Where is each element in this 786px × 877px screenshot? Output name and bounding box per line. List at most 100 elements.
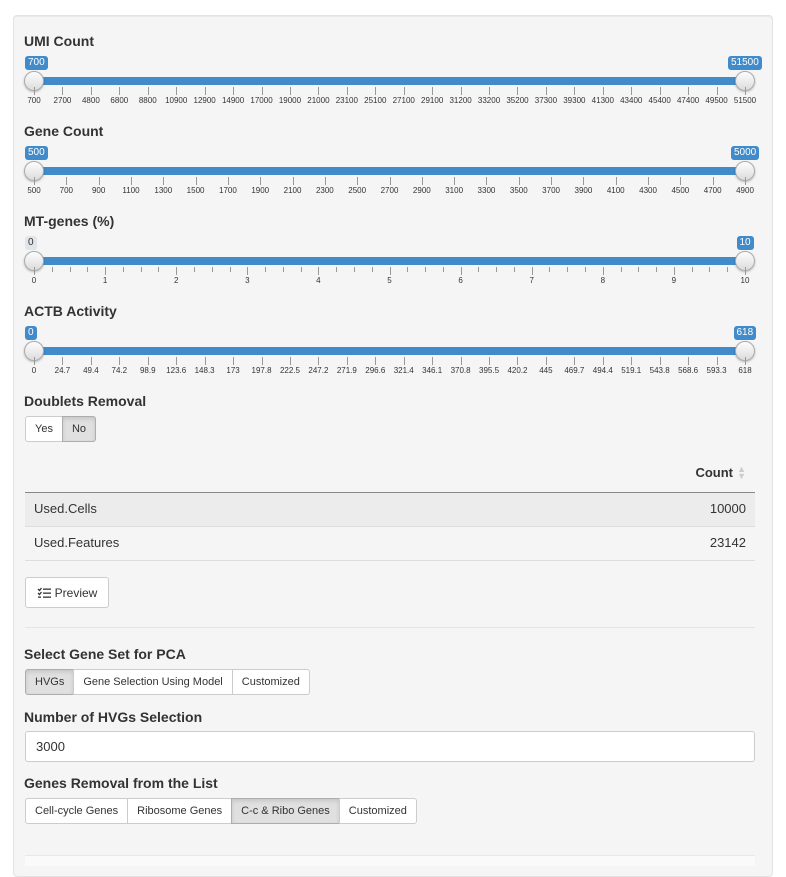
slider-track[interactable] [34,77,745,85]
gene-selection-model-button[interactable]: Gene Selection Using Model [73,669,233,695]
slider-tick [638,267,639,272]
tick-label: 4300 [639,186,657,195]
slider-tick [692,267,693,272]
slider-tick [461,267,462,275]
slider-tick [233,87,234,95]
tick-label: 74.2 [111,366,128,375]
slider-tick [205,357,206,365]
hvgs-button[interactable]: HVGs [25,669,75,695]
gene-set-label: Select Gene Set for PCA [24,646,186,662]
tick-label: 10 [740,276,750,285]
tick-label: 700 [59,186,73,195]
tick-label: 296.6 [365,366,386,375]
hvg-number-input[interactable]: 3000 [25,731,755,762]
tick-label: 1300 [154,186,173,195]
cell-cycle-genes-button[interactable]: Cell-cycle Genes [25,798,129,824]
slider-tick [461,357,462,365]
slider-tick [656,267,657,272]
slider-tick [260,177,261,185]
slider-tick [290,357,291,365]
slider-tick [432,87,433,95]
umi-count-slider[interactable]: 700 51500 700 2700 4800 6800 8800 10900 12900 149… [0,56,786,116]
slider-tick [176,87,177,95]
slider-tick [621,267,622,272]
customized-removal-button[interactable]: Customized [338,798,417,824]
tick-label: 3700 [542,186,560,195]
slider-tick [318,267,319,275]
slider-tick [105,267,106,275]
list-check-icon [37,587,51,598]
slider-tick [205,87,206,95]
tick-label: 222.5 [279,366,300,375]
slider-tick [432,357,433,365]
sort-icon[interactable]: ▲ ▼ [737,465,746,481]
tick-label: 4800 [81,96,100,105]
slider-tick [574,87,575,95]
slider-tick [713,177,714,185]
slider-tick [336,267,337,272]
row-name: Used.Features [34,535,120,550]
slider-tick [496,267,497,272]
slider-tick [631,87,632,95]
tick-label: 23100 [335,96,358,105]
count-column-header[interactable]: Count [695,465,733,480]
tick-label: 31200 [449,96,472,105]
tick-label: 49500 [705,96,728,105]
slider-tick [99,177,100,185]
slider-tick [262,87,263,95]
tick-label: 500 [27,186,41,195]
genes-removal-label: Genes Removal from the List [24,775,218,791]
tick-label: 33200 [477,96,501,105]
tick-label: 420.2 [507,366,528,375]
slider-tick [443,267,444,272]
tick-label: 2100 [283,186,302,195]
slider-tick [727,267,728,272]
tick-label: 14900 [221,96,245,105]
table-row: Used.Features 23142 [25,527,755,561]
slider-tick [489,357,490,365]
tick-label: 4900 [736,186,754,195]
tick-label: 271.9 [336,366,357,375]
tick-label: 4 [316,276,321,285]
tick-label: 41300 [591,96,614,105]
slider-tick [648,177,649,185]
tick-label: 618 [738,366,752,375]
mt-genes-slider[interactable]: 0 10 0 1 2 3 4 5 6 7 8 9 10 [0,236,786,296]
genes-removal-toggle: Cell-cycle Genes Ribosome Genes C-c & Ri… [25,798,417,824]
max-value-badge: 618 [733,326,757,340]
doublets-no-button[interactable]: No [61,416,97,442]
tick-label: 2900 [412,186,431,195]
slider-track[interactable] [34,347,745,355]
actb-activity-slider[interactable]: 0 618 0 24.7 49.4 74.2 98.9 123.6 148.3 173 197.8 2… [0,326,786,386]
slider-tick [34,87,35,95]
slider-tick [517,357,518,365]
tick-label: 247.2 [308,366,329,375]
ribosome-genes-button[interactable]: Ribosome Genes [127,798,233,824]
tick-label: 4100 [606,186,625,195]
slider-tick [717,87,718,95]
slider-tick [680,177,681,185]
slider-tick [34,267,35,275]
slider-tick [404,87,405,95]
gene-count-slider[interactable]: 500 5000 500 700 900 1100 1300 1500 1700 1900 2100… [0,146,786,206]
cc-ribo-genes-button[interactable]: C-c & Ribo Genes [231,798,340,824]
slider-track[interactable] [34,257,745,265]
customized-gene-set-button[interactable]: Customized [231,669,310,695]
row-name: Used.Cells [34,501,97,516]
slider-tick [422,177,423,185]
slider-tick [390,177,391,185]
tick-label: 494.4 [592,366,613,375]
slider-track[interactable] [34,167,745,175]
tick-label: 593.3 [706,366,727,375]
tick-label: 17000 [250,96,273,105]
slider-tick [230,267,231,272]
tick-label: 98.9 [139,366,156,375]
doublets-yes-button[interactable]: Yes [25,416,63,442]
slider-tick [91,357,92,365]
tick-label: 2 [173,276,179,285]
preview-button[interactable]: Preview [25,577,109,608]
tick-label: 3 [245,276,250,285]
slider-tick [425,267,426,272]
slider-tick [745,267,746,275]
slider-tick [375,357,376,365]
